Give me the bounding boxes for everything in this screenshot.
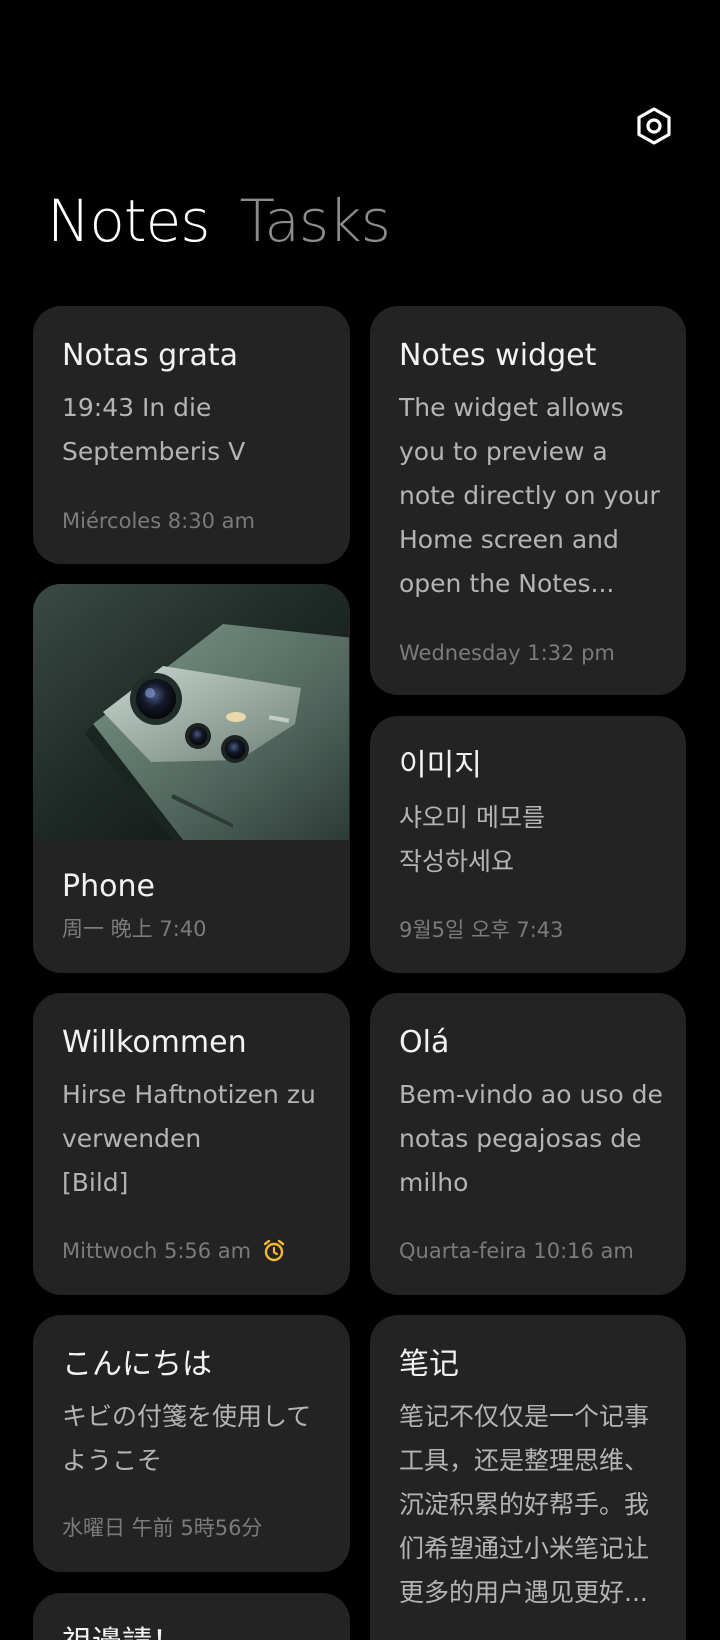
note-card[interactable]: Notas grata 19:43 In die Septemberis V M… (33, 306, 350, 564)
note-date-text: 水曜日 午前 5時56分 (62, 1516, 263, 1540)
note-card-with-image[interactable]: Phone 周一 晚上 7:40 (33, 584, 350, 973)
note-date-text: 9월5일 오후 7:43 (399, 918, 564, 942)
note-title: Notas grata (62, 338, 239, 373)
note-title: 笔记 (399, 1347, 459, 1382)
note-preview: 샤오미 메모를 작성하세요 (399, 803, 545, 876)
note-title: Phone (62, 869, 155, 904)
note-card[interactable]: こんにちは キビの付箋を使用して ようこそ 水曜日 午前 5時56分 (33, 1315, 350, 1572)
gear-icon (637, 107, 671, 145)
note-card[interactable]: 祖邊請！ (33, 1593, 350, 1640)
note-date-text: Miércoles 8:30 am (62, 509, 255, 533)
note-title: こんにちは (62, 1347, 212, 1382)
alarm-clock-icon (263, 1239, 285, 1262)
note-title: Willkommen (62, 1025, 247, 1060)
note-card[interactable]: Olá Bem-vindo ao uso de notas pegajosas … (370, 993, 686, 1295)
note-card[interactable]: Notes widget The widget allows you to pr… (370, 306, 686, 695)
tab-notes[interactable]: Notes (47, 186, 211, 256)
note-date: 周一 晚上 7:40 (62, 914, 207, 944)
note-card[interactable]: 이미지 샤오미 메모를 작성하세요 9월5일 오후 7:43 (370, 716, 686, 973)
note-date: 9월5일 오후 7:43 (399, 915, 564, 945)
note-title: Notes widget (399, 338, 597, 373)
note-date: Miércoles 8:30 am (62, 506, 255, 536)
note-preview: Hirse Haftnotizen zu verwenden [Bild] (62, 1080, 316, 1197)
note-title: Olá (399, 1025, 450, 1060)
note-date-text: Quarta-feira 10:16 am (399, 1239, 634, 1263)
note-date: Quarta-feira 10:16 am (399, 1236, 634, 1266)
tab-tasks[interactable]: Tasks (240, 186, 391, 256)
settings-button[interactable] (632, 104, 676, 148)
note-preview: 19:43 In die Septemberis V (62, 393, 246, 466)
note-date: 水曜日 午前 5時56分 (62, 1513, 262, 1543)
note-preview: The widget allows you to preview a note … (399, 393, 660, 598)
note-date: Mittwoch 5:56 am (62, 1236, 287, 1266)
note-date-text: Wednesday 1:32 pm (399, 641, 615, 665)
note-date-text: 周一 晚上 7:40 (62, 917, 207, 941)
phone-photo-image (33, 584, 349, 840)
note-preview: キビの付箋を使用して ようこそ (62, 1402, 312, 1475)
notes-app-screen: Notes Tasks Notas grata 19:43 In die Sep… (0, 0, 720, 1640)
note-preview: 笔记不仅仅是一个记事 工具，还是整理思维、 沉淀积累的好帮手。我 们希望通过小米… (399, 1402, 650, 1607)
note-title: 이미지 (399, 748, 482, 783)
notes-tasks-tabs: Notes Tasks (47, 186, 391, 256)
note-card[interactable]: 笔记 笔记不仅仅是一个记事 工具，还是整理思维、 沉淀积累的好帮手。我 们希望通… (370, 1315, 686, 1640)
note-title: 祖邊請！ (62, 1623, 326, 1640)
note-date: Wednesday 1:32 pm (399, 638, 615, 668)
note-preview: Bem-vindo ao uso de notas pegajosas de m… (399, 1080, 663, 1197)
note-date-text: Mittwoch 5:56 am (62, 1239, 252, 1263)
note-card[interactable]: Willkommen Hirse Haftnotizen zu verwende… (33, 993, 350, 1295)
